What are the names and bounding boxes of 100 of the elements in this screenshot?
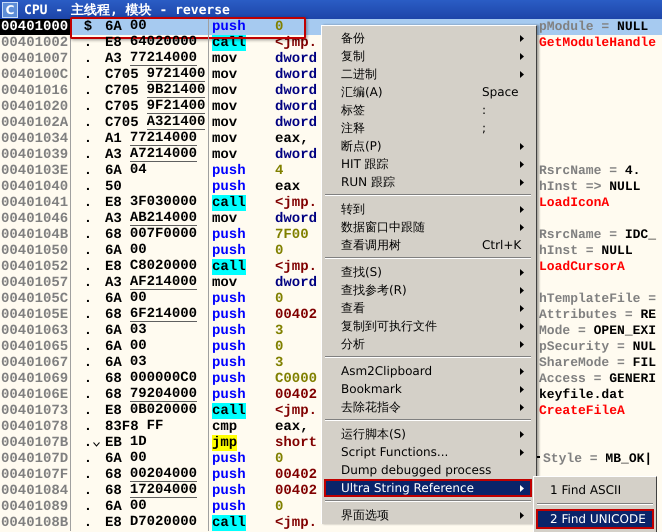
address-cell: 0040104B — [0, 227, 71, 243]
address-cell: 00401002 — [0, 35, 71, 51]
address-cell: 0040105C — [0, 291, 71, 307]
hex-cell: 68 — [105, 467, 122, 483]
hex-cell: E8 — [105, 195, 122, 211]
operand-cell: 7F00 — [275, 227, 309, 243]
operand-cell: <jmp. — [275, 515, 318, 531]
address-cell: 0040107B — [0, 435, 71, 451]
address-cell: 00401034 — [0, 131, 71, 147]
hex-cell: 50 — [105, 179, 122, 195]
hex-cell: A7214000 — [130, 147, 198, 162]
operand-cell: dword — [275, 67, 318, 83]
mnemonic-cell: cmp — [212, 419, 238, 435]
address-cell: 0040107F — [0, 467, 71, 483]
operand-cell: 0 — [275, 451, 284, 467]
address-cell: 00401057 — [0, 275, 71, 291]
hex-cell: 00 — [130, 243, 147, 258]
mnemonic-cell: mov — [212, 275, 238, 291]
shortcut-label: ; — [482, 121, 486, 135]
address-cell: 00401039 — [0, 147, 71, 163]
operand-cell: dword — [275, 83, 318, 99]
marker-cell-text: . — [82, 291, 94, 307]
marker-cell-text: . — [82, 371, 94, 387]
marker-cell-text: . — [82, 499, 94, 515]
operand-cell: dword — [275, 99, 318, 115]
address-cell: 0040106E — [0, 387, 71, 403]
hex-cell: D7020000 — [130, 515, 198, 530]
hex-cell: 6A — [105, 451, 122, 467]
shortcut-label: Ctrl+K — [482, 238, 522, 252]
address-cell: 00401063 — [0, 323, 71, 339]
shortcut-label: Space — [482, 85, 519, 99]
marker-cell-text: . — [82, 83, 94, 99]
mnemonic-cell: mov — [212, 51, 238, 67]
mnemonic-cell: push — [212, 291, 246, 307]
mnemonic-cell: push — [212, 19, 246, 35]
hex-cell: 9F21400 — [146, 99, 206, 114]
operand-cell: dword — [275, 115, 318, 131]
mnemonic-cell: push — [212, 451, 246, 467]
comment-cell: hInst => NULL — [539, 179, 640, 195]
hex-cell: 00 — [130, 499, 147, 514]
hex-cell: 68 — [105, 227, 122, 243]
operand-cell: 00402 — [275, 467, 318, 483]
address-cell: 00401041 — [0, 195, 71, 211]
hex-cell: 83F8 — [105, 419, 139, 435]
mnemonic-cell: mov — [212, 83, 238, 99]
mnemonic-cell: mov — [212, 99, 238, 115]
comment-cell: LoadCursorA — [539, 259, 625, 275]
marker-cell-text: . — [82, 227, 94, 243]
hex-cell: 007F0000 — [130, 227, 198, 242]
hex-cell: 6A — [105, 163, 122, 179]
comment-cell: ShareMode = FIL — [539, 355, 656, 371]
address-cell: 00401007 — [0, 51, 71, 67]
operand-cell: 00402 — [275, 483, 318, 499]
operand-cell: dword — [275, 51, 318, 67]
marker-cell-text: $ — [82, 19, 94, 35]
marker-cell-text: . — [82, 259, 94, 275]
hex-cell: E8 — [105, 259, 122, 275]
marker-cell-text: . — [82, 387, 94, 403]
comment-cell: keyfile.dat — [539, 387, 625, 403]
marker-cell-text: . — [82, 435, 94, 451]
marker-cell-text: . — [82, 355, 94, 371]
operand-cell: eax, — [275, 131, 309, 147]
hex-cell: 6A — [105, 19, 122, 35]
operand-cell: <jmp. — [275, 403, 318, 419]
hex-cell: 17204000 — [130, 483, 198, 498]
address-cell: 00401078 — [0, 419, 71, 435]
marker-cell-text: . — [82, 451, 94, 467]
marker-cell-text: . — [82, 307, 94, 323]
mnemonic-cell: mov — [212, 147, 238, 163]
mnemonic-cell: push — [212, 179, 246, 195]
hex-cell: AB214000 — [130, 211, 198, 226]
mnemonic-cell: push — [212, 227, 246, 243]
operand-cell: 00402 — [275, 307, 318, 323]
hex-cell: A3 — [105, 147, 122, 163]
hex-cell: 00 — [130, 291, 147, 306]
hex-cell: E8 — [105, 403, 122, 419]
operand-cell: 0 — [275, 243, 284, 259]
comment-cell: hTemplateFile = — [539, 291, 656, 307]
address-cell: 00401050 — [0, 243, 71, 259]
hex-cell: 6A — [105, 499, 122, 515]
hex-cell: E8 — [105, 35, 122, 51]
address-cell: 0040107D — [0, 451, 71, 467]
hex-cell: C705 — [105, 67, 139, 83]
mnemonic-cell: call — [212, 403, 246, 419]
hex-cell: 9721400 — [146, 67, 206, 82]
hex-cell: 68 — [105, 387, 122, 403]
hex-cell: 1D — [130, 435, 147, 450]
hex-cell: A321400 — [146, 115, 206, 130]
hex-cell: 00 — [130, 19, 147, 34]
hex-cell: 04 — [130, 163, 147, 178]
hex-cell: 6A — [105, 291, 122, 307]
hex-cell: 68 — [105, 483, 122, 499]
marker-cell-text: . — [82, 275, 94, 291]
hex-cell: 000000C0 — [130, 371, 198, 386]
comment-cell: CreateFileA — [539, 403, 625, 419]
mnemonic-cell: call — [212, 195, 246, 211]
marker-cell-text: . — [82, 35, 94, 51]
operand-cell: 3 — [275, 323, 284, 339]
marker-cell-text: . — [82, 131, 94, 147]
comment-cell: pModule = NULL — [539, 19, 648, 35]
